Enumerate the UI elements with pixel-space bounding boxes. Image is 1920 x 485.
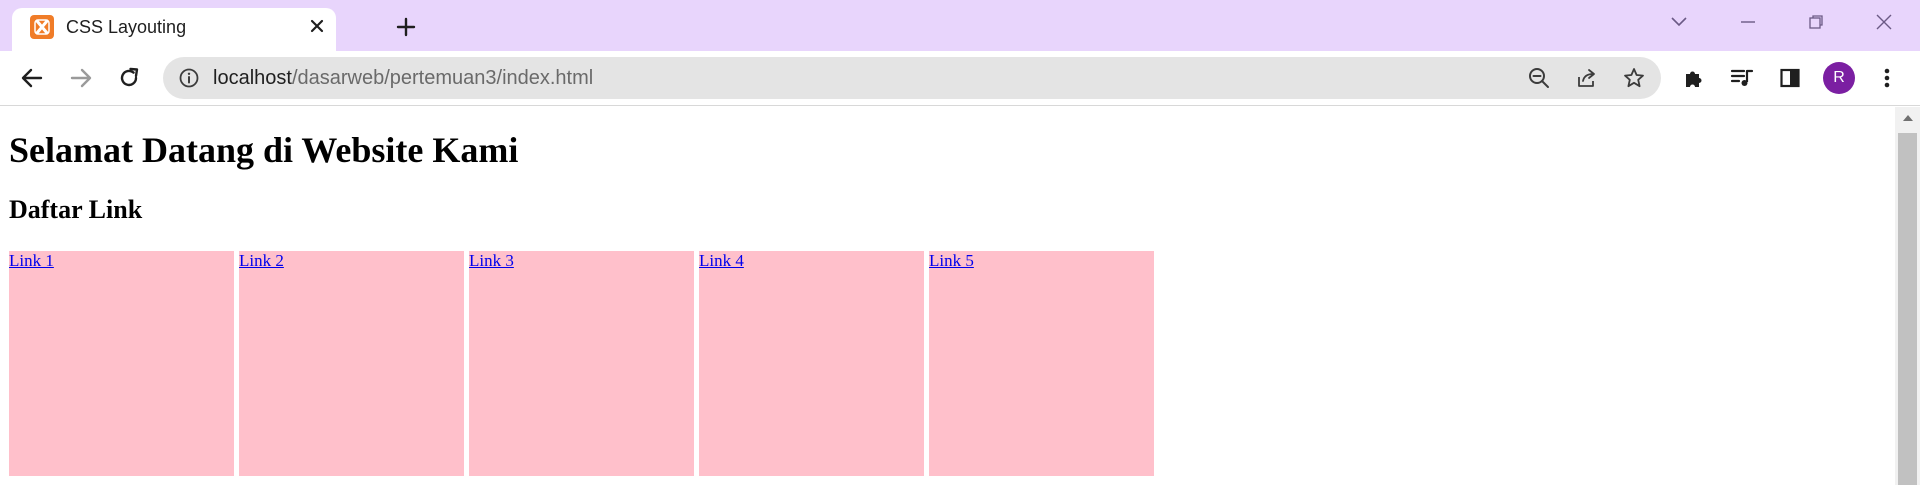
link-4[interactable]: Link 4 (699, 251, 744, 270)
link-list-heading: Daftar Link (9, 195, 143, 224)
link-list: Link 1 Link 2 Link 3 Link 4 Link 5 (9, 251, 1154, 476)
menu-kebab-icon[interactable] (1870, 61, 1904, 95)
reload-icon (120, 67, 139, 87)
xampp-icon (30, 15, 54, 39)
link-1[interactable]: Link 1 (9, 251, 54, 270)
page-viewport: Selamat Datang di Website Kami Daftar Li… (0, 107, 1895, 485)
link-box: Link 2 (239, 251, 464, 476)
arrow-right-icon (70, 68, 92, 88)
link-box: Link 5 (929, 251, 1154, 476)
close-tab-icon[interactable] (302, 11, 332, 41)
url-text[interactable]: localhost/dasarweb/pertemuan3/index.html (213, 66, 593, 90)
url-path: /dasarweb/pertemuan3/index.html (291, 67, 594, 89)
close-window-icon[interactable] (1862, 5, 1906, 39)
page-heading: Selamat Datang di Website Kami (9, 130, 519, 170)
profile-avatar[interactable]: R (1823, 62, 1855, 94)
new-tab-button[interactable] (389, 10, 423, 44)
side-panel-icon[interactable] (1773, 61, 1807, 95)
back-button[interactable] (13, 59, 51, 97)
scroll-up-arrow-icon[interactable] (1895, 107, 1920, 129)
forward-button[interactable] (62, 59, 100, 97)
scrollbar-thumb[interactable] (1898, 133, 1917, 485)
browser-tab[interactable]: CSS Layouting (12, 8, 336, 51)
browser-toolbar: localhost/dasarweb/pertemuan3/index.html… (0, 51, 1920, 106)
zoom-out-icon[interactable] (1523, 62, 1555, 94)
reload-button[interactable] (110, 59, 148, 97)
extensions-puzzle-icon[interactable] (1677, 61, 1711, 95)
restore-icon[interactable] (1794, 5, 1838, 39)
link-box: Link 1 (9, 251, 234, 476)
url-host: localhost (213, 67, 292, 89)
address-bar[interactable]: localhost/dasarweb/pertemuan3/index.html (163, 57, 1661, 99)
link-5[interactable]: Link 5 (929, 251, 974, 270)
vertical-scrollbar[interactable] (1895, 107, 1920, 485)
arrow-left-icon (21, 68, 43, 88)
link-3[interactable]: Link 3 (469, 251, 514, 270)
media-queue-icon[interactable] (1725, 61, 1759, 95)
tab-title: CSS Layouting (66, 17, 187, 37)
minimize-icon[interactable] (1726, 5, 1770, 39)
link-box: Link 3 (469, 251, 694, 476)
link-2[interactable]: Link 2 (239, 251, 284, 270)
info-icon[interactable] (177, 66, 201, 90)
bookmark-star-icon[interactable] (1618, 62, 1650, 94)
share-icon[interactable] (1571, 62, 1603, 94)
link-box: Link 4 (699, 251, 924, 476)
tab-strip: CSS Layouting (0, 0, 1920, 51)
tab-search-icon[interactable] (1657, 5, 1701, 39)
